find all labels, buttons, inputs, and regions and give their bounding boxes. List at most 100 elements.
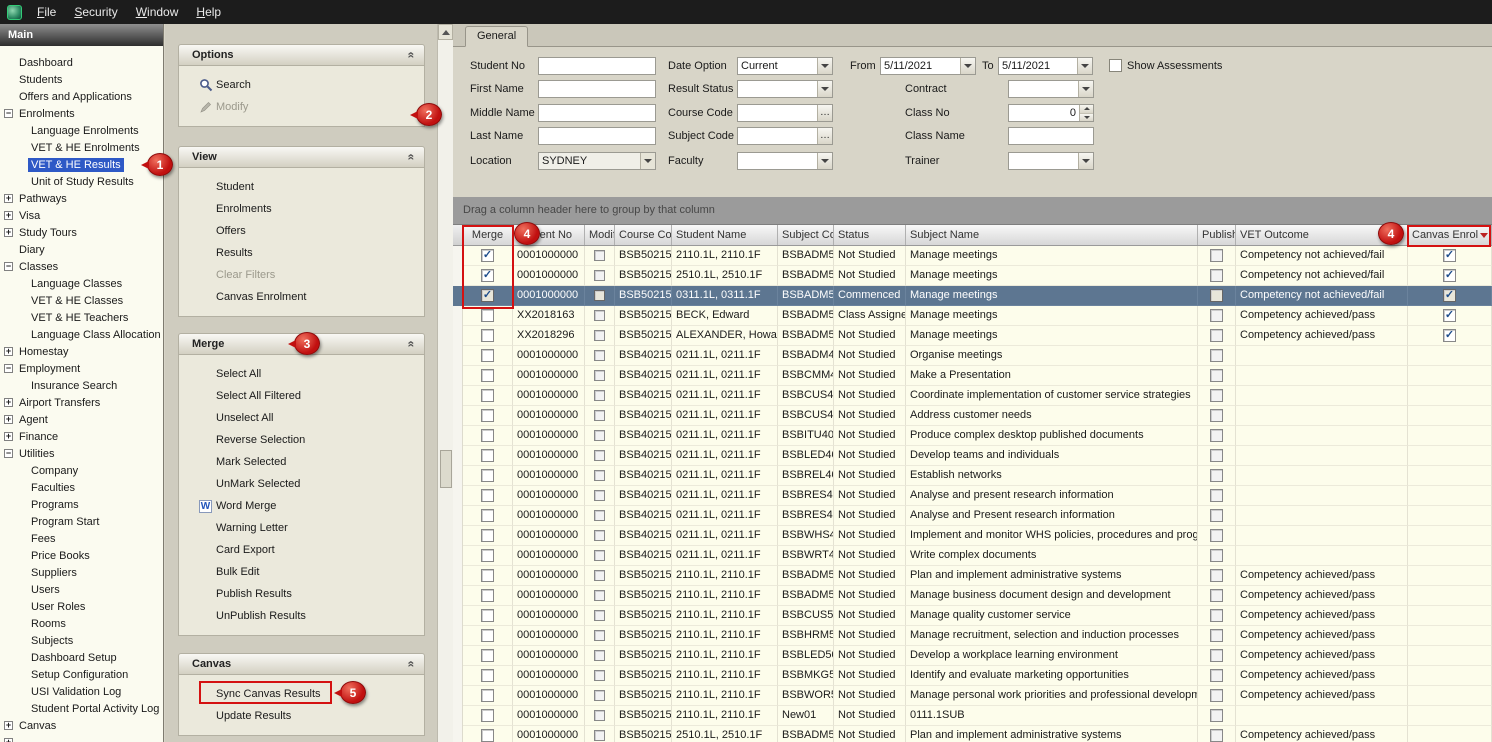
merge-checkbox[interactable] (463, 686, 513, 706)
expand-icon[interactable]: + (4, 194, 13, 203)
table-row[interactable]: 0001000000BSB402150211.1L, 0211.1FBSBREL… (453, 466, 1492, 486)
sidebar-item-enrolments[interactable]: −Enrolments (0, 105, 163, 122)
chevron-down-icon[interactable] (817, 81, 832, 97)
result-status-select[interactable] (737, 80, 833, 98)
modified-checkbox[interactable] (585, 306, 615, 326)
merge-checkbox[interactable] (463, 346, 513, 366)
merge-checkbox[interactable] (463, 506, 513, 526)
collapse-icon[interactable]: − (4, 109, 13, 118)
modified-checkbox[interactable] (585, 466, 615, 486)
canvas_enrol-checkbox[interactable]: ✓ (1408, 326, 1492, 346)
collapse-icon[interactable]: − (4, 364, 13, 373)
student-no-input[interactable] (538, 57, 656, 75)
modified-checkbox[interactable] (585, 426, 615, 446)
publish-checkbox[interactable] (1198, 386, 1236, 406)
canvas_enrol-checkbox[interactable]: ✓ (1408, 246, 1492, 266)
class-name-input[interactable] (1008, 127, 1094, 145)
sidebar-item-language-classes[interactable]: Language Classes (0, 275, 163, 292)
collapse-chevron-icon[interactable]: « (405, 341, 419, 348)
table-row[interactable]: 0001000000BSB502152110.1L, 2110.1FBSBCUS… (453, 606, 1492, 626)
sidebar-item-classes[interactable]: −Classes (0, 258, 163, 275)
panel-item-warning-letter[interactable]: Warning Letter (179, 517, 424, 539)
table-row[interactable]: XX2018163BSB50215BECK, EdwardBSBADM502Cl… (453, 306, 1492, 326)
panel-item-select-all-filtered[interactable]: Select All Filtered (179, 385, 424, 407)
menu-window[interactable]: Window (127, 0, 188, 24)
publish-checkbox[interactable] (1198, 646, 1236, 666)
sidebar-item-programs[interactable]: Programs (0, 496, 163, 513)
publish-checkbox[interactable] (1198, 466, 1236, 486)
panel-item-select-all[interactable]: Select All (179, 363, 424, 385)
panel-item-word-merge[interactable]: WWord Merge (179, 495, 424, 517)
expand-icon[interactable]: + (4, 432, 13, 441)
publish-checkbox[interactable] (1198, 686, 1236, 706)
panel-item-student[interactable]: Student (179, 176, 424, 198)
canvas_enrol-checkbox[interactable]: ✓ (1408, 306, 1492, 326)
collapse-chevron-icon[interactable]: « (405, 52, 419, 59)
publish-checkbox[interactable] (1198, 706, 1236, 726)
publish-checkbox[interactable] (1198, 666, 1236, 686)
sidebar-item-partial-40[interactable]: + (0, 734, 163, 742)
chevron-down-icon[interactable] (640, 153, 655, 169)
sidebar-item-pathways[interactable]: +Pathways (0, 190, 163, 207)
publish-checkbox[interactable] (1198, 586, 1236, 606)
merge-checkbox[interactable] (463, 326, 513, 346)
table-row[interactable]: 0001000000BSB402150211.1L, 0211.1FBSBRES… (453, 506, 1492, 526)
vertical-scrollbar[interactable] (437, 24, 453, 742)
sidebar-item-price-books[interactable]: Price Books (0, 547, 163, 564)
modified-checkbox[interactable] (585, 626, 615, 646)
modified-checkbox[interactable] (585, 506, 615, 526)
publish-checkbox[interactable] (1198, 446, 1236, 466)
publish-checkbox[interactable] (1198, 326, 1236, 346)
sidebar-item-language-class-allocation[interactable]: Language Class Allocation (0, 326, 163, 343)
chevron-down-icon[interactable] (1078, 153, 1093, 169)
merge-checkbox[interactable] (463, 646, 513, 666)
publish-checkbox[interactable] (1198, 406, 1236, 426)
sidebar-item-subjects[interactable]: Subjects (0, 632, 163, 649)
table-row[interactable]: 0001000000BSB402150211.1L, 0211.1FBSBWHS… (453, 526, 1492, 546)
merge-checkbox[interactable] (463, 666, 513, 686)
publish-checkbox[interactable] (1198, 266, 1236, 286)
table-row[interactable]: 0001000000BSB402150211.1L, 0211.1FBSBCUS… (453, 386, 1492, 406)
modified-checkbox[interactable] (585, 326, 615, 346)
merge-checkbox[interactable] (463, 426, 513, 446)
table-row[interactable]: ✓0001000000BSB502152110.1L, 2110.1FBSBAD… (453, 246, 1492, 266)
panel-item-results[interactable]: Results (179, 242, 424, 264)
table-row[interactable]: 0001000000BSB402150211.1L, 0211.1FBSBITU… (453, 426, 1492, 446)
panel-item-publish-results[interactable]: Publish Results (179, 583, 424, 605)
publish-checkbox[interactable] (1198, 306, 1236, 326)
sidebar-item-dashboard[interactable]: Dashboard (0, 54, 163, 71)
ellipsis-button[interactable]: … (817, 105, 832, 121)
sidebar-item-user-roles[interactable]: User Roles (0, 598, 163, 615)
section-header-canvas[interactable]: Canvas« (178, 653, 425, 675)
to-date-select[interactable]: 5/11/2021 (998, 57, 1093, 75)
merge-checkbox[interactable] (463, 366, 513, 386)
course-code-input[interactable]: … (737, 104, 833, 122)
modified-checkbox[interactable] (585, 366, 615, 386)
tab-general[interactable]: General (465, 26, 528, 47)
merge-checkbox[interactable] (463, 406, 513, 426)
chevron-down-icon[interactable] (817, 153, 832, 169)
chevron-down-icon[interactable] (817, 58, 832, 74)
publish-checkbox[interactable] (1198, 566, 1236, 586)
publish-checkbox[interactable] (1198, 506, 1236, 526)
collapse-chevron-icon[interactable]: « (405, 154, 419, 161)
scrollbar-thumb[interactable] (440, 450, 452, 488)
expand-icon[interactable]: + (4, 347, 13, 356)
sidebar-item-vet-he-results[interactable]: VET & HE Results (0, 156, 163, 173)
panel-item-unpublish-results[interactable]: UnPublish Results (179, 605, 424, 627)
subject-code-input[interactable]: … (737, 127, 833, 145)
spin-up-icon[interactable] (1080, 105, 1093, 114)
sidebar-item-language-enrolments[interactable]: Language Enrolments (0, 122, 163, 139)
modified-checkbox[interactable] (585, 446, 615, 466)
expand-icon[interactable]: + (4, 398, 13, 407)
sidebar-item-study-tours[interactable]: +Study Tours (0, 224, 163, 241)
sidebar-item-utilities[interactable]: −Utilities (0, 445, 163, 462)
panel-item-enrolments[interactable]: Enrolments (179, 198, 424, 220)
table-row[interactable]: 0001000000BSB502152110.1L, 2110.1FBSBADM… (453, 586, 1492, 606)
panel-item-bulk-edit[interactable]: Bulk Edit (179, 561, 424, 583)
sidebar-item-finance[interactable]: +Finance (0, 428, 163, 445)
table-row[interactable]: 0001000000BSB502152110.1L, 2110.1FBSBLED… (453, 646, 1492, 666)
date-option-select[interactable]: Current (737, 57, 833, 75)
modified-checkbox[interactable] (585, 486, 615, 506)
sidebar-item-setup-configuration[interactable]: Setup Configuration (0, 666, 163, 683)
